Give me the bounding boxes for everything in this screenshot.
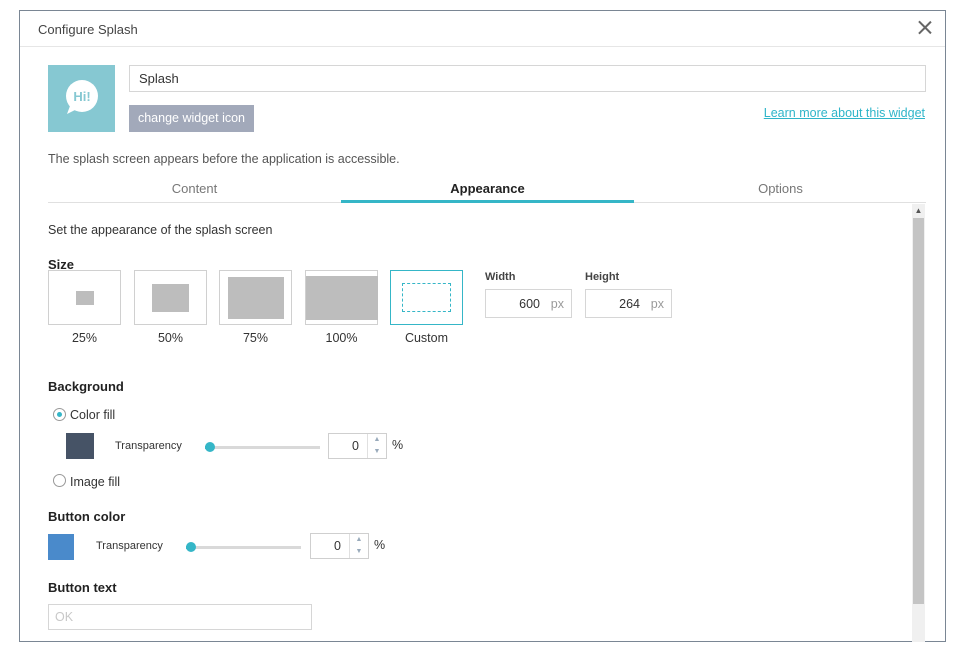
size-option-75[interactable] [219,270,292,325]
height-input[interactable]: 264 px [585,289,672,318]
image-fill-radio[interactable] [53,474,66,487]
background-slider-handle[interactable] [205,442,215,452]
change-widget-icon-button[interactable]: change widget icon [129,105,254,132]
size-label-25: 25% [71,331,98,345]
size-option-50[interactable] [134,270,207,325]
dialog-titlebar: Configure Splash [20,11,945,47]
size-label-75: 75% [242,331,269,345]
button-percent-sign: % [374,538,386,552]
button-text-heading: Button text [48,580,117,595]
button-slider-handle[interactable] [186,542,196,552]
button-transparency-value: 0 [334,539,341,553]
scroll-up-icon[interactable]: ▲ [912,206,925,216]
width-input[interactable]: 600 px [485,289,572,318]
scrollbar[interactable]: ▲ [912,204,925,642]
dialog-title: Configure Splash [38,22,138,37]
scrollbar-thumb[interactable] [913,218,924,604]
height-unit: px [650,297,664,311]
appearance-intro: Set the appearance of the splash screen [48,223,273,237]
configure-splash-dialog: Configure Splash Hi! change widget icon … [19,10,946,642]
decrement-arrow-icon[interactable]: ▼ [368,446,386,458]
tab-appearance[interactable]: Appearance [341,179,634,203]
image-fill-label: Image fill [70,475,121,489]
width-unit: px [550,297,564,311]
appearance-panel: Set the appearance of the splash screen … [20,204,945,642]
button-text-input[interactable] [48,604,312,630]
tab-content[interactable]: Content [48,179,341,203]
color-fill-radio[interactable] [53,408,66,421]
background-color-swatch[interactable] [66,433,94,459]
size-label-custom: Custom [404,331,449,345]
height-label: Height [585,271,620,283]
widget-description: The splash screen appears before the app… [48,152,400,166]
decrement-arrow-icon[interactable]: ▼ [350,546,368,558]
size-option-100[interactable] [305,270,378,325]
width-label: Width [485,271,516,283]
button-color-heading: Button color [48,509,126,524]
background-percent-sign: % [392,438,404,452]
button-transparency-stepper[interactable]: 0 ▲ ▼ [310,533,369,559]
speech-bubble-icon: Hi! [66,80,98,114]
background-transparency-stepper[interactable]: 0 ▲ ▼ [328,433,387,459]
tab-options[interactable]: Options [634,179,927,203]
color-fill-label: Color fill [70,408,116,422]
widget-name-input[interactable] [129,65,926,92]
learn-more-link[interactable]: Learn more about this widget [764,106,925,120]
button-color-swatch[interactable] [48,534,74,560]
width-value: 600 [519,297,540,311]
height-value: 264 [619,297,640,311]
widget-icon-text: Hi! [73,89,90,104]
close-icon[interactable] [914,17,936,39]
background-transparency-label: Transparency [115,440,182,452]
button-transparency-slider[interactable] [186,542,301,552]
background-heading: Background [48,379,124,394]
size-option-25[interactable] [48,270,121,325]
increment-arrow-icon[interactable]: ▲ [368,434,386,446]
button-transparency-label: Transparency [96,540,163,552]
background-transparency-slider[interactable] [205,442,320,452]
size-option-custom[interactable] [390,270,463,325]
background-transparency-value: 0 [352,439,359,453]
size-label-100: 100% [325,331,358,345]
increment-arrow-icon[interactable]: ▲ [350,534,368,546]
size-label-50: 50% [157,331,184,345]
tab-bar: Content Appearance Options [48,179,926,203]
widget-icon: Hi! [48,65,115,132]
